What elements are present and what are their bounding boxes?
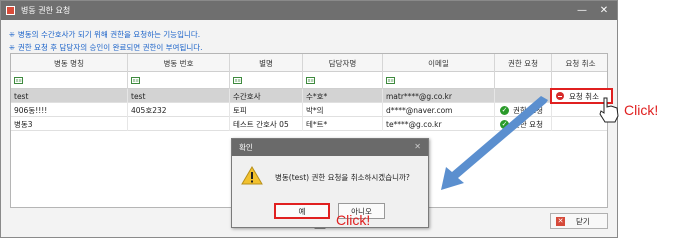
dialog-title: 확인 <box>239 143 253 152</box>
warning-icon <box>241 166 263 185</box>
hand-pointer-icon <box>599 97 619 123</box>
dialog-message: 병동(test) 권한 요청을 취소하시겠습니까? <box>275 173 410 182</box>
dialog-title-bar: 확인 ✕ <box>232 139 428 156</box>
click-annotation: Click! <box>624 102 659 118</box>
yes-button[interactable]: 예 <box>274 203 330 219</box>
arrow-shape <box>441 96 548 190</box>
dialog-close-button[interactable]: ✕ <box>414 142 421 151</box>
click-annotation: Click! <box>336 212 371 228</box>
confirm-dialog: 확인 ✕ 병동(test) 권한 요청을 취소하시겠습니까? 예 아니오 <box>231 138 429 228</box>
